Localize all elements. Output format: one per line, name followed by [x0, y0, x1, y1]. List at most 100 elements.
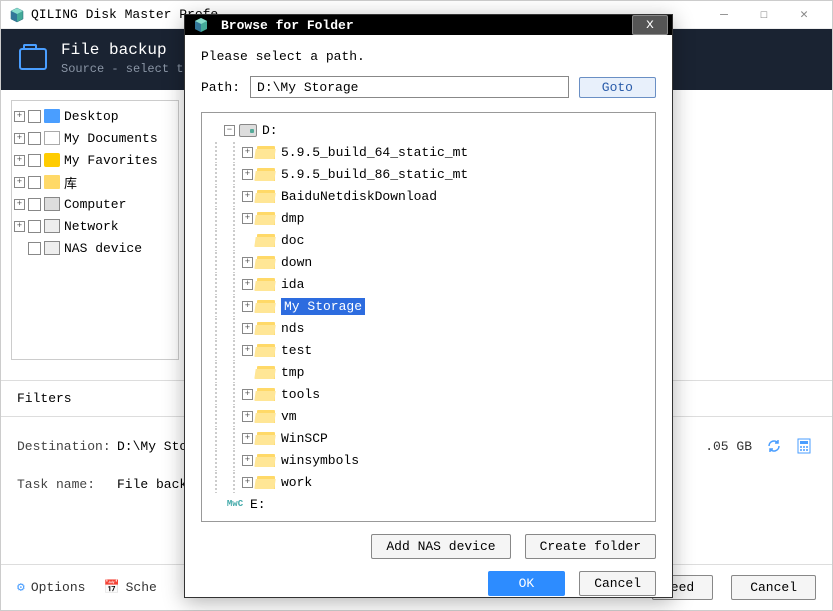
folder-tree-row[interactable]: +5.9.5_build_86_static_mt	[206, 163, 651, 185]
expand-icon[interactable]: +	[14, 111, 25, 122]
tree-item-label: My Favorites	[64, 153, 158, 168]
dialog-prompt: Please select a path.	[201, 49, 656, 64]
folder-tree-row[interactable]: + test	[206, 339, 651, 361]
dialog-cancel-button[interactable]: Cancel	[579, 571, 656, 596]
folder-tree-row[interactable]: + WinSCP	[206, 427, 651, 449]
folder-tree-row[interactable]: tmp	[206, 361, 651, 383]
size-value: .05 GB	[705, 439, 752, 454]
calculator-icon[interactable]	[796, 438, 812, 454]
source-tree-item[interactable]: +Computer	[14, 193, 176, 215]
checkbox[interactable]	[28, 132, 41, 145]
expand-icon[interactable]: +	[14, 155, 25, 166]
expand-icon[interactable]: +	[242, 433, 253, 444]
expand-icon[interactable]: +	[242, 477, 253, 488]
expand-icon[interactable]	[242, 235, 253, 246]
checkbox[interactable]	[28, 110, 41, 123]
source-tree-item[interactable]: + My Favorites	[14, 149, 176, 171]
expand-icon[interactable]: +	[242, 147, 253, 158]
tree-item-label: NAS device	[64, 241, 142, 256]
path-input[interactable]	[250, 76, 569, 98]
folder-label: work	[281, 475, 312, 490]
expand-icon[interactable]	[242, 367, 253, 378]
source-tree-item[interactable]: +Desktop	[14, 105, 176, 127]
folder-icon	[257, 388, 275, 401]
refresh-icon[interactable]	[766, 438, 782, 454]
checkbox[interactable]	[28, 242, 41, 255]
expand-icon[interactable]: +	[14, 199, 25, 210]
folder-tree-row[interactable]: −D:	[206, 119, 651, 141]
folder-tree-row[interactable]: + tools	[206, 383, 651, 405]
folder-icon	[257, 322, 275, 335]
maximize-button[interactable]: ☐	[744, 3, 784, 27]
folder-icon	[257, 278, 275, 291]
folder-icon	[257, 454, 275, 467]
folder-label: 5.9.5_build_86_static_mt	[281, 167, 468, 182]
checkbox[interactable]	[28, 220, 41, 233]
folder-label: ida	[281, 277, 304, 292]
expand-icon[interactable]: +	[242, 169, 253, 180]
source-tree-item[interactable]: NAS device	[14, 237, 176, 259]
folder-label: WinSCP	[281, 431, 328, 446]
folder-tree-row[interactable]: + work	[206, 471, 651, 493]
ok-button[interactable]: OK	[488, 571, 566, 596]
expand-icon[interactable]: +	[14, 221, 25, 232]
folder-label: winsymbols	[281, 453, 359, 468]
expand-icon[interactable]: +	[242, 323, 253, 334]
checkbox[interactable]	[28, 154, 41, 167]
main-cancel-button[interactable]: Cancel	[731, 575, 816, 600]
scheme-button[interactable]: 📅 Sche	[103, 580, 156, 595]
app-cube-icon	[9, 7, 25, 23]
folder-tree-row[interactable]: + down	[206, 251, 651, 273]
folder-tree-row[interactable]: doc	[206, 229, 651, 251]
folder-tree-row[interactable]: +5.9.5_build_64_static_mt	[206, 141, 651, 163]
minimize-button[interactable]: —	[704, 3, 744, 27]
folder-label: tmp	[281, 365, 304, 380]
folder-tree-row[interactable]: + winsymbols	[206, 449, 651, 471]
expand-icon[interactable]	[14, 243, 25, 254]
expand-icon[interactable]: +	[242, 301, 253, 312]
folder-label: down	[281, 255, 312, 270]
folder-tree-row[interactable]: MwCE:	[206, 493, 651, 515]
goto-button[interactable]: Goto	[579, 77, 656, 98]
path-label: Path:	[201, 80, 240, 95]
dialog-close-button[interactable]: x	[632, 15, 668, 35]
folder-icon	[257, 234, 275, 247]
folder-tree-row[interactable]: + My Storage	[206, 295, 651, 317]
add-nas-button[interactable]: Add NAS device	[371, 534, 510, 559]
folder-tree-row[interactable]: +dmp	[206, 207, 651, 229]
mwc-icon: MwC	[224, 497, 246, 511]
folder-icon	[257, 212, 275, 225]
expand-icon[interactable]: +	[242, 411, 253, 422]
expand-icon[interactable]: +	[242, 455, 253, 466]
create-folder-button[interactable]: Create folder	[525, 534, 656, 559]
tree-item-label: My Documents	[64, 131, 158, 146]
dialog-titlebar: Browse for Folder x	[185, 15, 672, 35]
nas-icon	[44, 241, 60, 255]
folder-tree-row[interactable]: +vm	[206, 405, 651, 427]
expand-icon[interactable]: +	[242, 191, 253, 202]
window-close-button[interactable]: ✕	[784, 3, 824, 27]
expand-icon[interactable]: −	[224, 125, 235, 136]
checkbox[interactable]	[28, 198, 41, 211]
expand-icon[interactable]: +	[242, 213, 253, 224]
folder-label: My Storage	[281, 298, 365, 315]
expand-icon[interactable]: +	[242, 279, 253, 290]
folder-tree[interactable]: −D:+5.9.5_build_64_static_mt+5.9.5_build…	[201, 112, 656, 522]
folder-tree-row[interactable]: + ida	[206, 273, 651, 295]
folder-tree-row[interactable]: +BaiduNetdiskDownload	[206, 185, 651, 207]
source-tree-item[interactable]: + My Documents	[14, 127, 176, 149]
expand-icon[interactable]: +	[14, 177, 25, 188]
source-tree-item[interactable]: +Network	[14, 215, 176, 237]
expand-icon[interactable]: +	[242, 345, 253, 356]
expand-icon[interactable]: +	[242, 389, 253, 400]
folder-tree-row[interactable]: +nds	[206, 317, 651, 339]
folder-label: test	[281, 343, 312, 358]
options-button[interactable]: ⚙ Options	[17, 580, 85, 595]
folder-label: tools	[281, 387, 320, 402]
expand-icon[interactable]: +	[242, 257, 253, 268]
expand-icon[interactable]: +	[14, 133, 25, 144]
net-icon	[44, 219, 60, 233]
checkbox[interactable]	[28, 176, 41, 189]
page-title: File backup	[61, 41, 191, 59]
source-tree-item[interactable]: +库	[14, 171, 176, 193]
